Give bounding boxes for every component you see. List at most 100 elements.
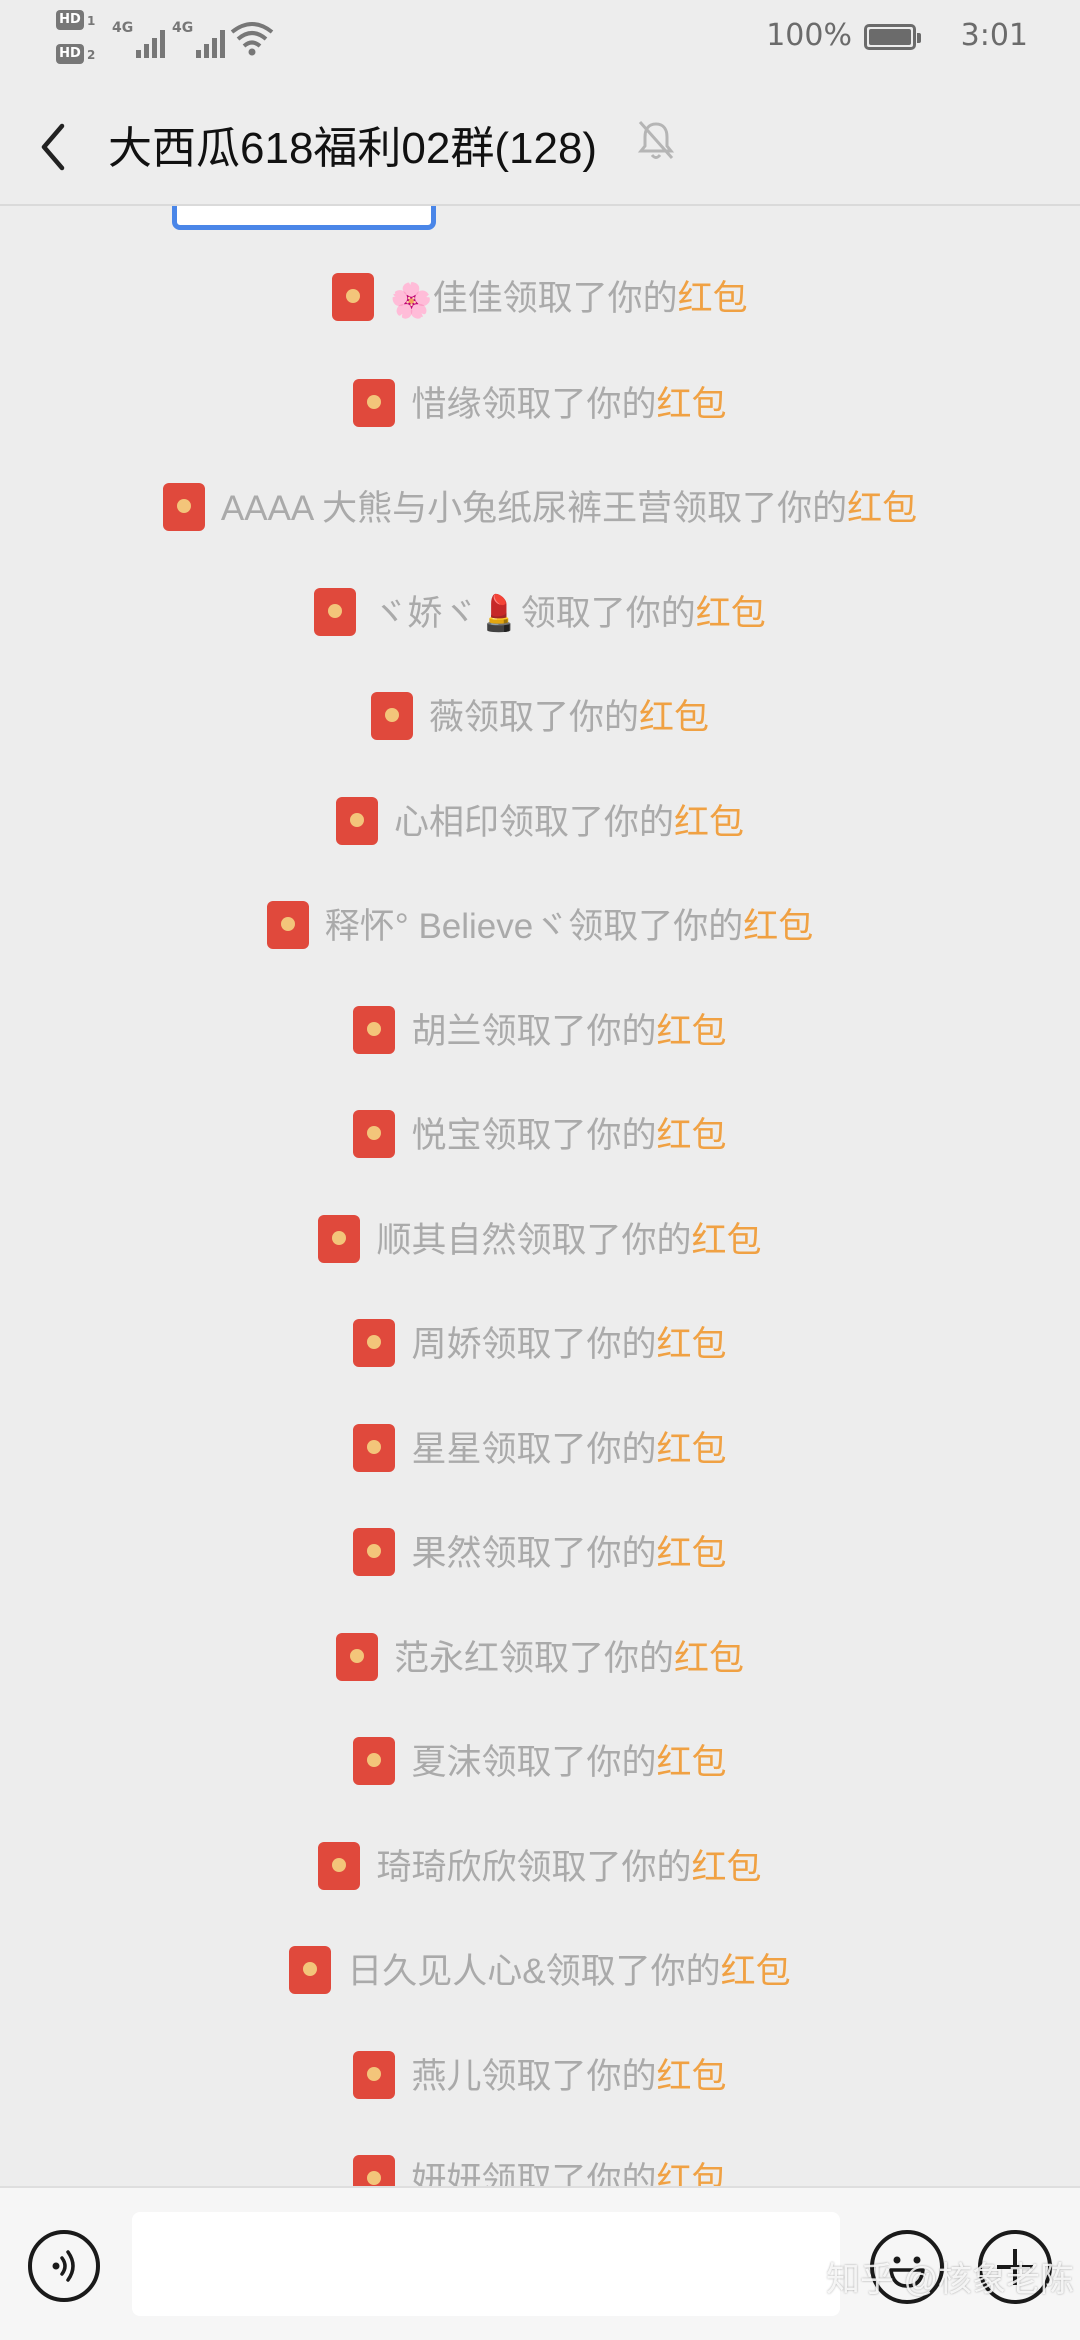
notice-action-text: 领取了你的 — [481, 2056, 657, 2096]
red-packet-link[interactable]: 红包 — [657, 2057, 727, 2096]
chat-screen: HD 1 HD 2 4G 4G 100% 3:01 大西瓜618福利02群(12… — [0, 0, 1080, 2340]
red-packet-notice: 日久见人心&领取了你的红包 — [0, 1940, 1080, 2000]
notice-user-name: 星星 — [411, 1429, 482, 1469]
notice-user-name: 胡兰 — [411, 1011, 482, 1051]
notice-user-name: 薇 — [428, 697, 464, 737]
hd-sub-1: 1 — [87, 14, 96, 28]
red-packet-icon — [353, 2154, 396, 2186]
red-packet-link[interactable]: 红包 — [657, 1534, 727, 1573]
notice-action-text: 领取了你的 — [481, 1324, 657, 1364]
red-packet-link[interactable]: 红包 — [678, 279, 748, 318]
red-packet-icon — [370, 691, 413, 740]
watermark: 知乎 @核象老陈 — [826, 2261, 1074, 2299]
red-packet-link[interactable]: 红包 — [657, 385, 727, 424]
back-arrow-icon[interactable] — [28, 112, 78, 182]
notice-user-name: AAAA 大熊与小兔纸尿裤王营 — [220, 488, 673, 528]
red-packet-notice: AAAA 大熊与小兔纸尿裤王营领取了你的红包 — [0, 477, 1080, 537]
notice-user-name: 顺其自然 — [376, 1220, 517, 1260]
red-packet-link[interactable]: 红包 — [657, 2161, 727, 2186]
red-packet-icon — [353, 1318, 396, 1367]
chat-title[interactable]: 大西瓜618福利02群(128) — [108, 112, 597, 176]
chat-header: 大西瓜618福利02群(128) — [0, 76, 1080, 206]
red-packet-notice: 果然领取了你的红包 — [0, 1522, 1080, 1582]
hd-badge-1: HD — [56, 10, 84, 30]
notice-action-text: 领取了你的 — [516, 1847, 692, 1887]
notice-user-name: 周娇 — [411, 1324, 482, 1364]
message-input[interactable] — [132, 2212, 840, 2316]
red-packet-notice: 薇领取了你的红包 — [0, 686, 1080, 746]
hd-badge-2: HD — [56, 44, 84, 64]
clock: 3:01 — [960, 18, 1028, 53]
red-packet-notice: 顺其自然领取了你的红包 — [0, 1209, 1080, 1269]
hd-sub-2: 2 — [87, 48, 96, 62]
red-packet-link[interactable]: 红包 — [847, 489, 917, 528]
red-packet-notice: 惜缘领取了你的红包 — [0, 373, 1080, 433]
red-packet-icon — [353, 1109, 396, 1158]
notice-action-text: 领取了你的 — [545, 1951, 721, 1991]
notice-action-text: 领取了你的 — [498, 802, 674, 842]
red-packet-link[interactable]: 红包 — [657, 1325, 727, 1364]
notice-user-name: 燕儿 — [411, 2056, 482, 2096]
red-packet-link[interactable]: 红包 — [692, 1221, 762, 1260]
chat-message-list[interactable]: 🌸佳佳领取了你的红包 惜缘领取了你的红包 AAAA 大熊与小兔纸尿裤王营领取了你的红… — [0, 206, 1080, 2186]
red-packet-icon — [162, 482, 205, 531]
red-packet-link[interactable]: 红包 — [657, 1012, 727, 1051]
red-packet-icon — [353, 2050, 396, 2099]
notice-action-text: 领取了你的 — [463, 697, 639, 737]
red-packet-icon — [318, 1841, 361, 1890]
red-packet-icon — [353, 1527, 396, 1576]
notice-user-name: 释怀° Believeヾ — [324, 906, 569, 946]
notice-user-name: 心相印 — [393, 802, 499, 842]
notice-user-name: 日久见人心& — [347, 1951, 546, 1991]
red-packet-link[interactable]: 红包 — [674, 803, 744, 842]
bell-off-icon — [637, 121, 675, 159]
notice-user-name: 果然 — [411, 1533, 482, 1573]
red-packet-link[interactable]: 红包 — [721, 1952, 791, 1991]
red-packet-notice: 胡兰领取了你的红包 — [0, 1000, 1080, 1060]
red-packet-icon — [353, 1423, 396, 1472]
red-packet-icon — [353, 378, 396, 427]
red-packet-icon — [335, 796, 378, 845]
notice-user-name: 惜缘 — [411, 384, 482, 424]
notice-action-text: 领取了你的 — [481, 1742, 657, 1782]
red-packet-notice: 夏沫领取了你的红包 — [0, 1731, 1080, 1791]
red-packet-icon — [318, 1214, 361, 1263]
notice-action-text: 领取了你的 — [481, 1429, 657, 1469]
voice-icon[interactable] — [28, 2230, 100, 2302]
red-packet-link[interactable]: 红包 — [639, 698, 709, 737]
red-packet-notice: 妍妍领取了你的红包 — [0, 2149, 1080, 2186]
notice-user-name: 琦琦欣欣 — [376, 1847, 517, 1887]
red-packet-notice: 🌸佳佳领取了你的红包 — [0, 268, 1080, 328]
red-packet-icon — [353, 1736, 396, 1785]
red-packet-link[interactable]: 红包 — [696, 594, 766, 633]
battery-icon — [864, 24, 921, 50]
red-packet-link[interactable]: 红包 — [692, 1848, 762, 1887]
battery-percent: 100% — [766, 18, 852, 53]
network-label-2: 4G — [172, 20, 194, 36]
red-packet-link[interactable]: 红包 — [657, 1430, 727, 1469]
notice-action-text: 领取了你的 — [481, 1011, 657, 1051]
red-packet-notice: 悦宝领取了你的红包 — [0, 1104, 1080, 1164]
wifi-icon — [230, 22, 274, 56]
red-packet-icon — [335, 1632, 378, 1681]
red-packet-link[interactable]: 红包 — [743, 907, 813, 946]
red-packet-link[interactable]: 红包 — [657, 1116, 727, 1155]
notice-action-text: 领取了你的 — [481, 384, 657, 424]
notice-user-name: 妍妍 — [411, 2160, 482, 2186]
red-packet-icon — [289, 1945, 332, 1994]
red-packet-notice: 琦琦欣欣领取了你的红包 — [0, 1836, 1080, 1896]
red-packet-notice: ヾ娇ヾ💄领取了你的红包 — [0, 582, 1080, 642]
red-packet-icon — [314, 587, 357, 636]
red-packet-link[interactable]: 红包 — [674, 1639, 744, 1678]
notice-user-name: 夏沫 — [411, 1742, 482, 1782]
notice-action-text: 领取了你的 — [481, 1533, 657, 1573]
red-packet-notice: 释怀° Believeヾ领取了你的红包 — [0, 895, 1080, 955]
notice-action-text: 领取了你的 — [672, 488, 848, 528]
previous-message-card[interactable] — [172, 206, 436, 230]
notice-user-name: ヾ娇ヾ💄 — [372, 593, 521, 633]
status-bar: HD 1 HD 2 4G 4G 100% 3:01 — [0, 0, 1080, 76]
red-packet-notice: 范永红领取了你的红包 — [0, 1627, 1080, 1687]
red-packet-notice: 星星领取了你的红包 — [0, 1418, 1080, 1478]
red-packet-link[interactable]: 红包 — [657, 1743, 727, 1782]
notice-action-text: 领取了你的 — [481, 2160, 657, 2186]
